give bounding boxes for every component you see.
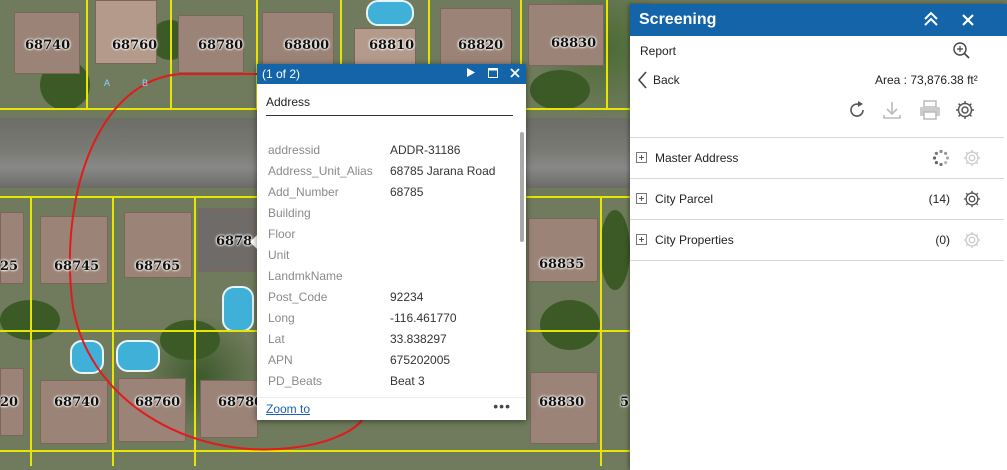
attribute-key: PD_Beats bbox=[268, 374, 323, 388]
report-row: Report bbox=[630, 40, 1007, 62]
print-icon[interactable] bbox=[918, 99, 942, 126]
attribute-value: ADDR-31186 bbox=[390, 143, 461, 157]
layer-count: (14) bbox=[928, 192, 950, 206]
expand-icon[interactable] bbox=[636, 152, 647, 163]
attribute-key: Address_Unit_Alias bbox=[268, 164, 373, 178]
layer-name: City Properties bbox=[655, 233, 734, 247]
more-actions-button[interactable]: ••• bbox=[493, 398, 511, 414]
popup-counter: (1 of 2) bbox=[262, 67, 301, 81]
attribute-row: Building bbox=[257, 206, 519, 227]
house-number: 68740 bbox=[25, 38, 71, 53]
back-button[interactable]: Back bbox=[653, 73, 680, 87]
layer-settings-gear-icon[interactable] bbox=[962, 189, 982, 212]
layer-row-city-properties[interactable]: City Properties (0) bbox=[630, 220, 1004, 261]
popup-body: Address addressid ADDR-31186 Address_Unit_… bbox=[257, 84, 526, 420]
download-icon[interactable] bbox=[881, 99, 903, 126]
popup-scrollbar[interactable] bbox=[520, 132, 524, 242]
layer-settings-gear-icon[interactable] bbox=[962, 230, 982, 253]
attribute-key: Lat bbox=[268, 332, 285, 346]
attribute-value: -116.461770 bbox=[390, 311, 457, 325]
divider bbox=[266, 115, 513, 116]
attribute-value: 68785 Jarana Road bbox=[390, 164, 496, 178]
popup-header: (1 of 2) bbox=[257, 64, 526, 84]
popup-title: Address bbox=[266, 95, 311, 109]
screening-panel: Screening Report Back Area : 73,876.38 f… bbox=[630, 4, 1007, 470]
expand-icon[interactable] bbox=[636, 193, 647, 204]
attribute-row: LandmkName bbox=[257, 269, 519, 290]
attribute-value: Beat 3 bbox=[390, 374, 425, 388]
close-icon[interactable] bbox=[504, 67, 526, 81]
refresh-icon[interactable] bbox=[846, 99, 868, 126]
house-number: 68745 bbox=[54, 259, 100, 274]
point-label: B bbox=[142, 78, 149, 88]
attribute-key: Building bbox=[268, 206, 311, 220]
house-number: 5 bbox=[620, 395, 630, 410]
attribute-key: Unit bbox=[268, 248, 290, 262]
next-feature-icon[interactable] bbox=[460, 68, 482, 80]
attribute-row: Address_Unit_Alias 68785 Jarana Road bbox=[257, 164, 519, 185]
attribute-value: 33.838297 bbox=[390, 332, 447, 346]
house-number: 68830 bbox=[539, 395, 585, 410]
attribute-row: PD_Beats Beat 3 bbox=[257, 374, 519, 395]
attribute-row: APN 675202005 bbox=[257, 353, 519, 374]
house-number: 68760 bbox=[112, 38, 158, 53]
popup-footer: Zoom to ••• bbox=[257, 397, 526, 420]
house-number: 68830 bbox=[551, 36, 597, 51]
attribute-key: Post_Code bbox=[268, 290, 328, 304]
house-number: 68765 bbox=[135, 259, 181, 274]
attribute-list[interactable]: addressid ADDR-31186 Address_Unit_Alias 687… bbox=[257, 120, 519, 420]
layer-row-master-address[interactable]: Master Address bbox=[630, 138, 1004, 179]
attribute-value: 675202005 bbox=[390, 353, 451, 367]
house-number: 6878 bbox=[216, 234, 253, 249]
layer-name: Master Address bbox=[655, 151, 739, 165]
layer-list: Master Address City Parcel (14) City Pro… bbox=[630, 137, 1004, 261]
attribute-row: Long -116.461770 bbox=[257, 311, 519, 332]
layer-row-city-parcel[interactable]: City Parcel (14) bbox=[630, 179, 1004, 220]
attribute-key: APN bbox=[268, 353, 293, 367]
back-chevron-icon[interactable] bbox=[636, 70, 648, 93]
attribute-value: 68785 bbox=[390, 185, 424, 199]
attribute-value: 92234 bbox=[390, 290, 424, 304]
attribute-key: Add_Number bbox=[268, 185, 339, 199]
panel-header: Screening bbox=[630, 4, 1007, 36]
attribute-row: Lat 33.838297 bbox=[257, 332, 519, 353]
collapse-icon[interactable] bbox=[923, 10, 941, 30]
house-number: 68800 bbox=[284, 38, 330, 53]
area-value: Area : 73,876.38 ft² bbox=[875, 73, 978, 87]
panel-toolbar bbox=[630, 99, 1007, 129]
close-panel-icon[interactable] bbox=[961, 10, 975, 35]
layer-count: (0) bbox=[935, 233, 950, 247]
house-number: 68760 bbox=[135, 395, 181, 410]
report-label: Report bbox=[640, 44, 677, 58]
panel-title: Screening bbox=[639, 11, 717, 28]
attribute-row: Add_Number 68785 bbox=[257, 185, 519, 206]
attribute-key: addressid bbox=[268, 143, 321, 157]
attribute-row: Unit bbox=[257, 248, 519, 269]
house-number: 25 bbox=[0, 259, 19, 274]
attribute-row: Post_Code 92234 bbox=[257, 290, 519, 311]
attribute-key: Floor bbox=[268, 227, 296, 241]
house-number: 20 bbox=[0, 395, 19, 410]
maximize-icon[interactable] bbox=[482, 67, 504, 81]
house-number: 68835 bbox=[539, 257, 585, 272]
zoom-in-icon[interactable] bbox=[952, 41, 972, 64]
layer-settings-gear-icon[interactable] bbox=[962, 148, 982, 171]
loading-spinner-icon bbox=[932, 149, 950, 170]
expand-icon[interactable] bbox=[636, 234, 647, 245]
back-row: Back Area : 73,876.38 ft² bbox=[630, 68, 1007, 92]
zoom-to-link[interactable]: Zoom to bbox=[266, 402, 310, 416]
attribute-key: Long bbox=[268, 311, 295, 325]
house-number: 68810 bbox=[369, 38, 415, 53]
layer-name: City Parcel bbox=[655, 192, 714, 206]
point-label: A bbox=[104, 78, 111, 88]
attribute-row: Floor bbox=[257, 227, 519, 248]
settings-gear-icon[interactable] bbox=[954, 99, 976, 126]
attribute-key: LandmkName bbox=[268, 269, 343, 283]
attribute-row: addressid ADDR-31186 bbox=[257, 143, 519, 164]
house-number: 68820 bbox=[458, 38, 504, 53]
feature-popup: (1 of 2) Address addressid ADDR-31186 Addr… bbox=[257, 64, 526, 420]
house-number: 68780 bbox=[198, 38, 244, 53]
house-number: 68740 bbox=[54, 395, 100, 410]
